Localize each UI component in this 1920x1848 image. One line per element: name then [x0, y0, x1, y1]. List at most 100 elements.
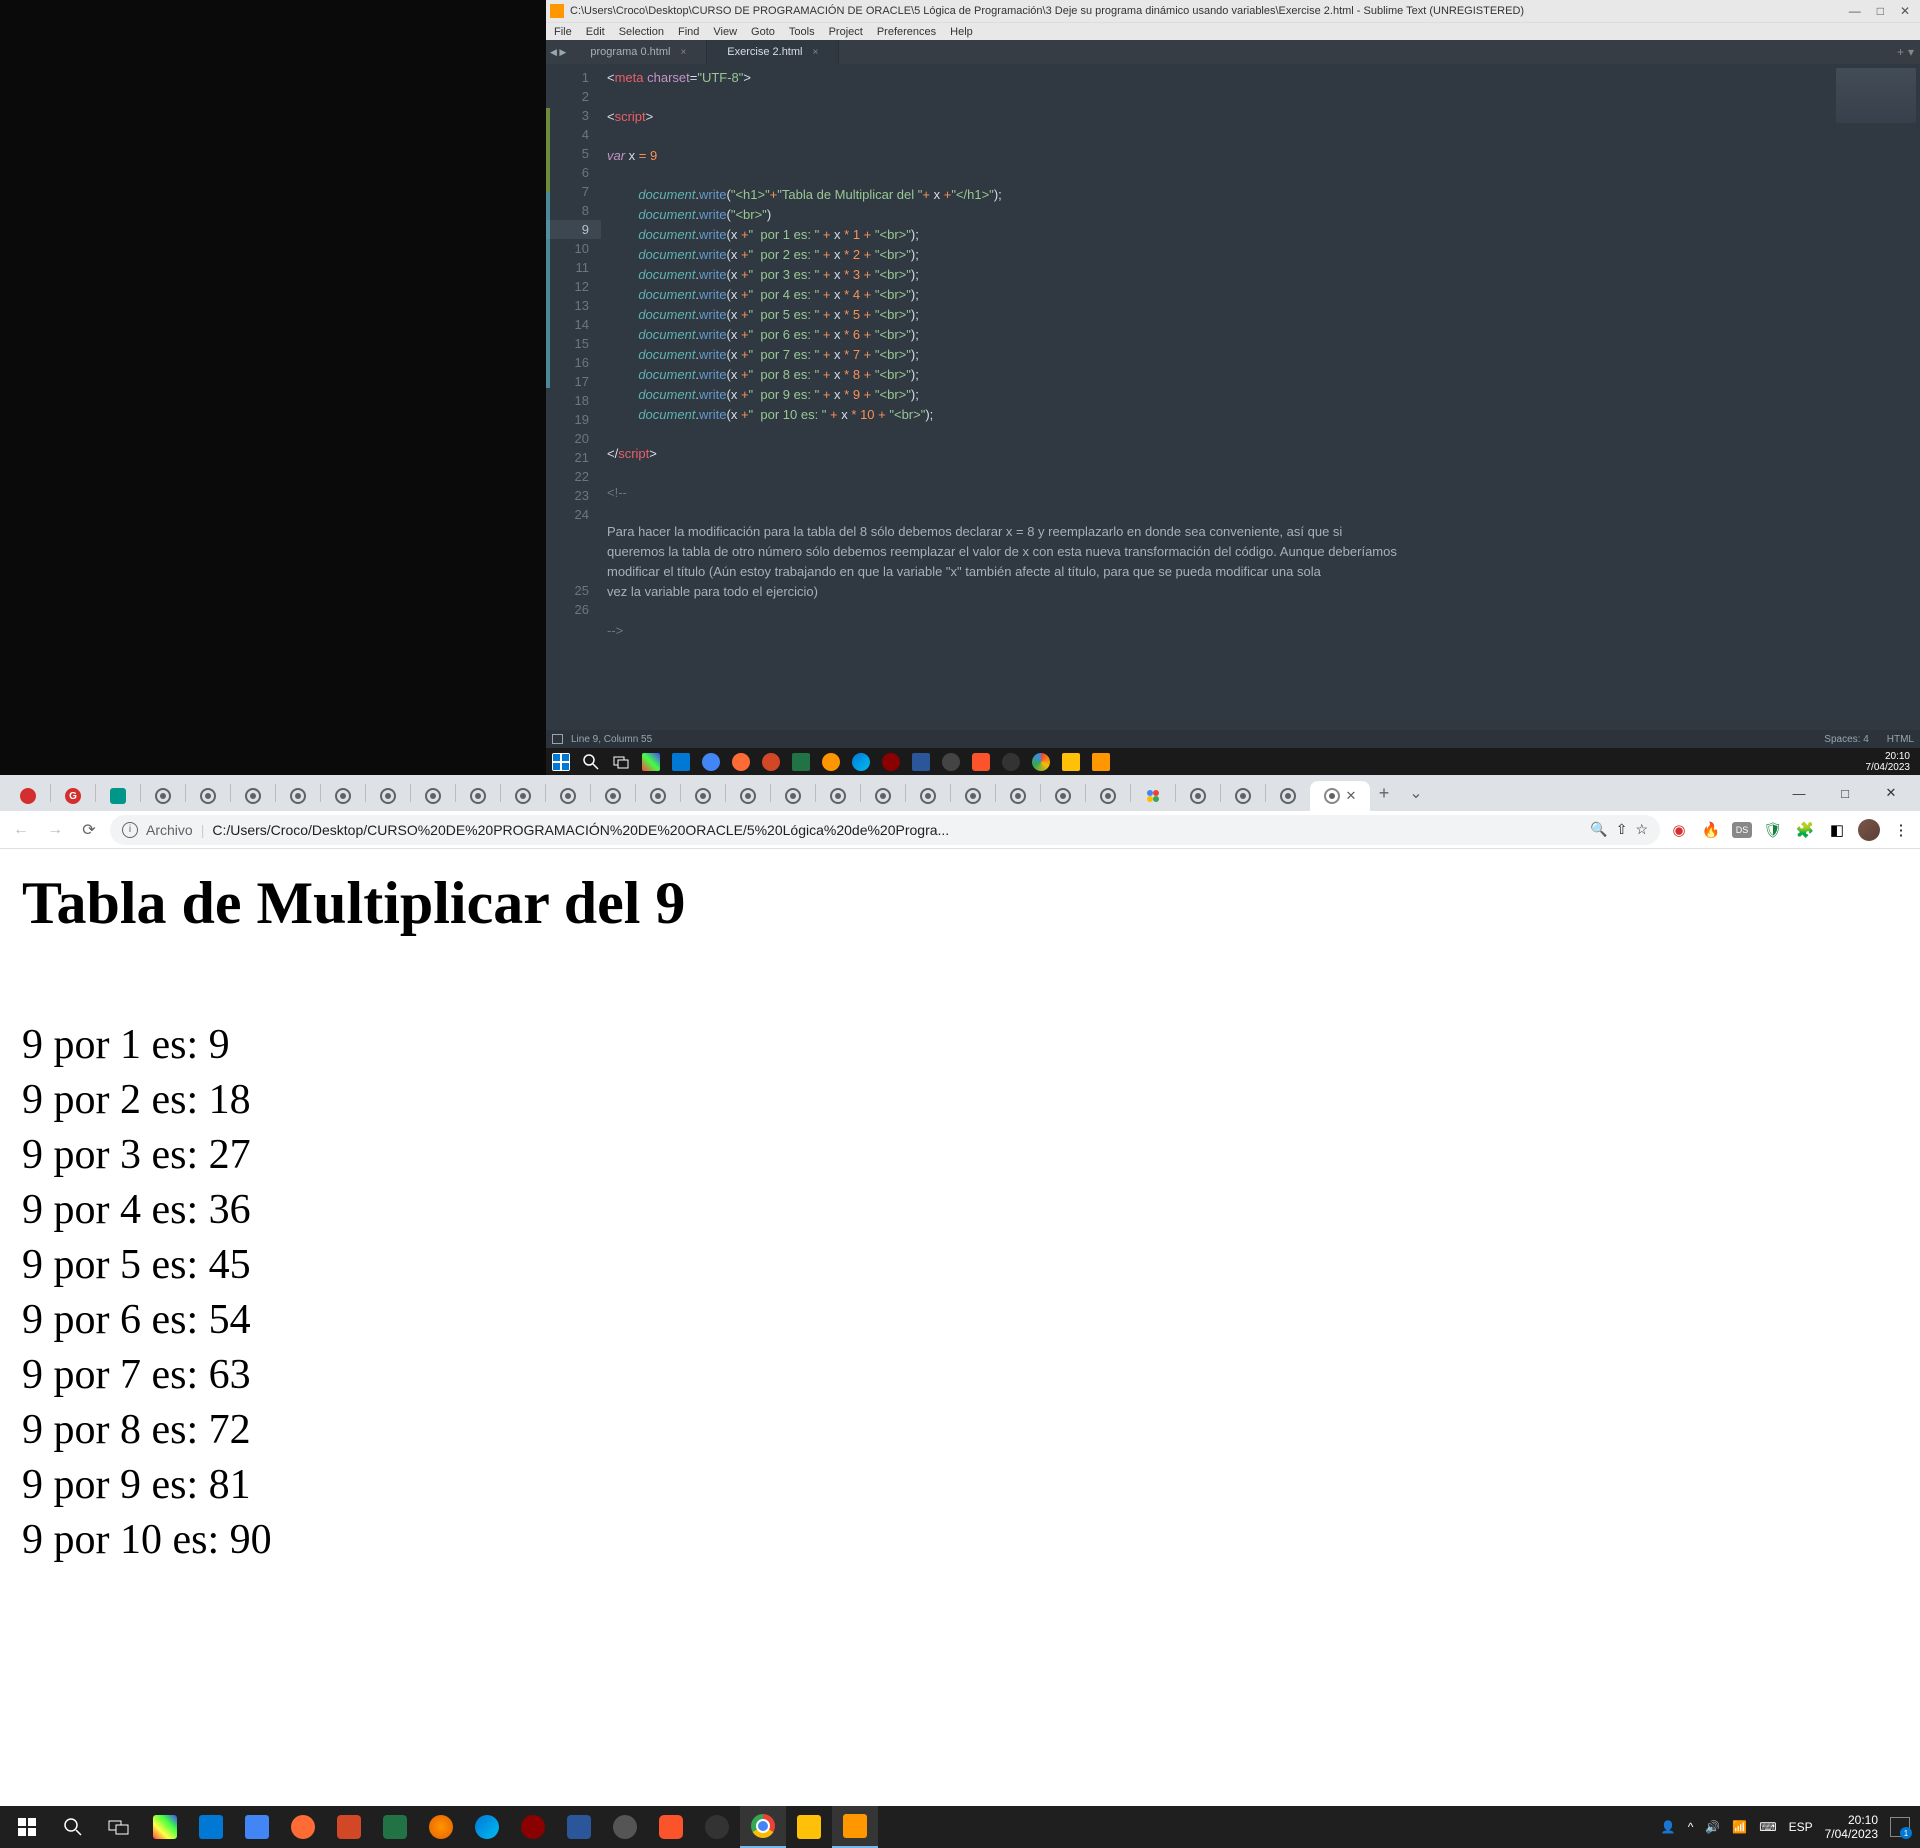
menu-tools[interactable]: Tools: [789, 26, 815, 38]
excel-icon[interactable]: [792, 753, 810, 771]
site-info-icon[interactable]: i: [122, 822, 138, 838]
app-icon[interactable]: [142, 1806, 188, 1848]
menu-edit[interactable]: Edit: [586, 26, 605, 38]
paint-icon[interactable]: [602, 1806, 648, 1848]
brave-icon[interactable]: [972, 753, 990, 771]
opera-icon[interactable]: [510, 1806, 556, 1848]
browser-tab[interactable]: [6, 781, 50, 811]
volume-icon[interactable]: 🔊: [1705, 1820, 1720, 1834]
tab-overflow-icon[interactable]: ⌄: [1398, 783, 1434, 803]
language-indicator[interactable]: ESP: [1789, 1820, 1813, 1834]
new-tab-button[interactable]: +: [1370, 783, 1398, 804]
forward-button[interactable]: →: [42, 817, 68, 843]
edge-icon[interactable]: [852, 753, 870, 771]
search-icon[interactable]: [582, 753, 600, 771]
app-icon[interactable]: [1002, 753, 1020, 771]
extensions-menu-icon[interactable]: 🧩: [1794, 819, 1816, 841]
zoom-icon[interactable]: 🔍: [1590, 821, 1607, 838]
close-button[interactable]: ✕: [1868, 778, 1914, 808]
browser-tab[interactable]: [411, 781, 455, 811]
menu-preferences[interactable]: Preferences: [877, 26, 936, 38]
browser-tab[interactable]: [1131, 781, 1175, 811]
browser-tab[interactable]: [996, 781, 1040, 811]
task-view-icon[interactable]: [612, 753, 630, 771]
tab-programa0[interactable]: programa 0.html ×: [570, 40, 707, 64]
browser-tab[interactable]: [456, 781, 500, 811]
reload-button[interactable]: ⟳: [76, 817, 102, 843]
sublime-titlebar[interactable]: C:\Users\Croco\Desktop\CURSO DE PROGRAMA…: [546, 0, 1920, 22]
menu-find[interactable]: Find: [678, 26, 699, 38]
browser-tab-active[interactable]: ✕: [1310, 781, 1370, 811]
chrome-icon[interactable]: [740, 1806, 786, 1848]
browser-tab[interactable]: [591, 781, 635, 811]
new-tab-icon[interactable]: +: [1897, 45, 1904, 59]
close-button[interactable]: ✕: [1900, 4, 1910, 18]
browser-tab[interactable]: [366, 781, 410, 811]
powerpoint-icon[interactable]: [762, 753, 780, 771]
browser-tab[interactable]: [1176, 781, 1220, 811]
tab-close-icon[interactable]: ✕: [1346, 788, 1357, 804]
extension-icon[interactable]: 🛡: [1762, 819, 1784, 841]
browser-tab[interactable]: [501, 781, 545, 811]
brave-icon[interactable]: [648, 1806, 694, 1848]
menu-selection[interactable]: Selection: [619, 26, 664, 38]
browser-tab[interactable]: [141, 781, 185, 811]
upper-clock[interactable]: 20:10 7/04/2023: [1866, 751, 1915, 773]
app-icon[interactable]: [642, 753, 660, 771]
address-bar[interactable]: i Archivo | C:/Users/Croco/Desktop/CURSO…: [110, 815, 1660, 845]
share-icon[interactable]: ⇧: [1616, 821, 1628, 838]
opera-icon[interactable]: [882, 753, 900, 771]
search-icon[interactable]: [50, 1806, 96, 1848]
app-icon[interactable]: [942, 753, 960, 771]
browser-tab[interactable]: [186, 781, 230, 811]
minimize-button[interactable]: —: [1849, 4, 1861, 18]
sublime-editor[interactable]: 1 2 3 4 5 6 7 8 9 10 11 12 13 14 15 16 1…: [546, 64, 1920, 730]
chrome-menu-icon[interactable]: ⋮: [1890, 819, 1912, 841]
browser-tab[interactable]: [636, 781, 680, 811]
powerpoint-icon[interactable]: [326, 1806, 372, 1848]
tab-nav-arrows[interactable]: ◀ ▶: [546, 40, 570, 64]
profile-avatar[interactable]: [1858, 819, 1880, 841]
browser-tab[interactable]: [726, 781, 770, 811]
start-button[interactable]: [4, 1806, 50, 1848]
ccleaner-icon[interactable]: [732, 753, 750, 771]
notification-icon[interactable]: [1890, 1817, 1910, 1837]
ccleaner-icon[interactable]: [280, 1806, 326, 1848]
browser-tab[interactable]: [816, 781, 860, 811]
edge-icon[interactable]: [464, 1806, 510, 1848]
side-panel-icon[interactable]: ◧: [1826, 819, 1848, 841]
menu-goto[interactable]: Goto: [751, 26, 775, 38]
app-icon[interactable]: [188, 1806, 234, 1848]
menu-file[interactable]: File: [554, 26, 572, 38]
browser-tab[interactable]: [861, 781, 905, 811]
extension-icon[interactable]: ◉: [1668, 819, 1690, 841]
word-icon[interactable]: [556, 1806, 602, 1848]
browser-tab[interactable]: [906, 781, 950, 811]
mail-icon[interactable]: [672, 753, 690, 771]
tab-exercise2[interactable]: Exercise 2.html ×: [707, 40, 839, 64]
browser-tab[interactable]: G: [51, 781, 95, 811]
menu-help[interactable]: Help: [950, 26, 973, 38]
excel-icon[interactable]: [372, 1806, 418, 1848]
back-button[interactable]: ←: [8, 817, 34, 843]
status-spaces[interactable]: Spaces: 4: [1824, 734, 1868, 745]
browser-tab[interactable]: [1266, 781, 1310, 811]
chrome-icon[interactable]: [1032, 753, 1050, 771]
extension-icon[interactable]: DS: [1732, 822, 1752, 838]
status-panel-icon[interactable]: [552, 734, 563, 744]
tab-dropdown-icon[interactable]: ▾: [1908, 45, 1914, 59]
status-syntax[interactable]: HTML: [1887, 734, 1914, 745]
minimize-button[interactable]: —: [1776, 778, 1822, 808]
tab-close-icon[interactable]: ×: [680, 47, 686, 58]
minimap[interactable]: [1836, 68, 1916, 123]
maximize-button[interactable]: □: [1822, 778, 1868, 808]
windows-start-icon[interactable]: [552, 753, 570, 771]
browser-tab[interactable]: [96, 781, 140, 811]
tab-close-icon[interactable]: ×: [812, 47, 818, 58]
extension-icon[interactable]: 🔥: [1700, 819, 1722, 841]
firefox-icon[interactable]: [822, 753, 840, 771]
app-icon[interactable]: [702, 753, 720, 771]
tray-chevron-icon[interactable]: ^: [1688, 1820, 1694, 1834]
browser-tab[interactable]: [231, 781, 275, 811]
browser-tab[interactable]: [1041, 781, 1085, 811]
